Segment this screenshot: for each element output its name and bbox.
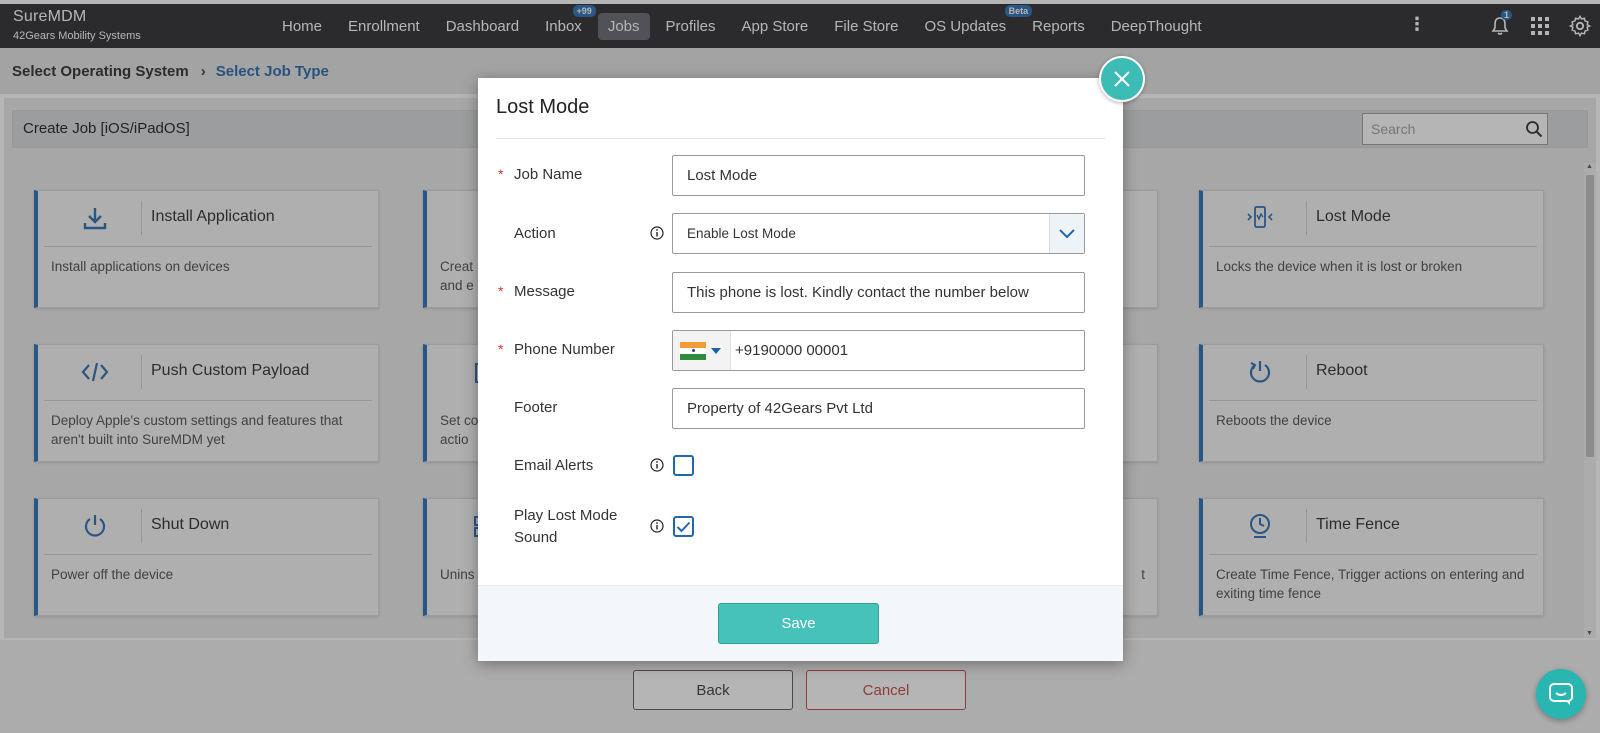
close-dialog-button[interactable]	[1099, 56, 1145, 102]
footer-label: Footer	[514, 399, 558, 416]
caret-down-icon	[711, 347, 721, 354]
message-label: Message	[514, 283, 575, 300]
footer-field	[672, 388, 1085, 429]
dialog-footer: Save	[478, 585, 1123, 661]
message-field	[672, 272, 1085, 313]
required-marker: *	[498, 283, 504, 299]
email-alerts-label: Email Alerts	[514, 457, 594, 474]
job-name-field	[672, 155, 1085, 196]
play-sound-checkbox[interactable]	[673, 516, 694, 537]
email-alerts-checkbox[interactable]	[673, 455, 694, 476]
dialog-title-separator	[496, 138, 1105, 139]
phone-number-field	[672, 330, 1085, 371]
action-select-value: Enable Lost Mode	[687, 226, 796, 241]
job-name-input[interactable]	[673, 156, 1084, 195]
phone-number-input[interactable]	[733, 331, 1073, 370]
save-button[interactable]: Save	[718, 603, 879, 644]
chat-support-button[interactable]	[1536, 669, 1586, 719]
required-marker: *	[498, 341, 504, 357]
lost-mode-dialog: Lost Mode * Job Name Action Enable Lost …	[478, 78, 1123, 661]
dialog-title: Lost Mode	[496, 96, 590, 118]
checkmark-icon	[676, 521, 691, 532]
india-flag-icon	[680, 341, 706, 360]
close-icon	[1114, 71, 1130, 87]
phone-number-label: Phone Number	[514, 341, 615, 358]
action-select[interactable]: Enable Lost Mode	[672, 213, 1085, 254]
info-icon[interactable]	[650, 519, 664, 533]
action-label: Action	[514, 225, 556, 242]
footer-input[interactable]	[673, 389, 1084, 428]
chevron-down-icon[interactable]	[1049, 214, 1084, 253]
chat-icon	[1549, 683, 1573, 705]
info-icon[interactable]	[650, 226, 664, 240]
job-name-label: Job Name	[514, 166, 583, 183]
message-input[interactable]	[673, 273, 1084, 312]
required-marker: *	[498, 166, 504, 182]
info-icon[interactable]	[650, 458, 664, 472]
play-sound-label: Play Lost Mode Sound	[514, 507, 618, 546]
country-code-selector[interactable]	[673, 331, 731, 370]
